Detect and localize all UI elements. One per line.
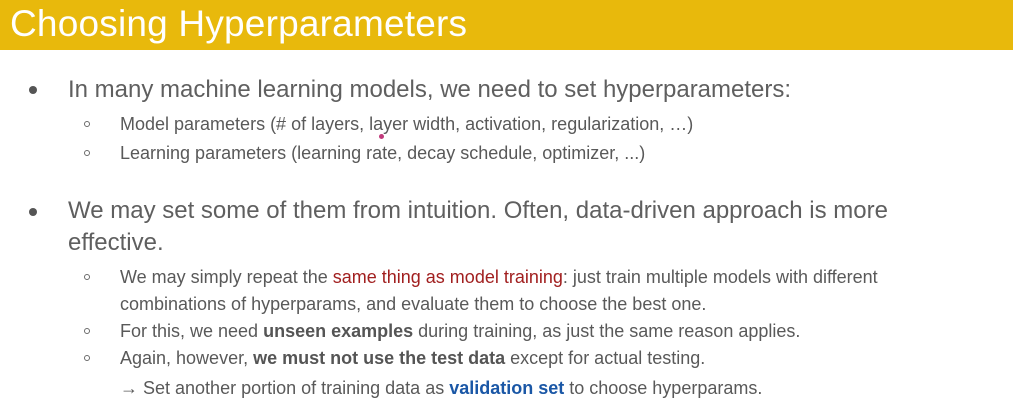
- sub-bullet-text-1-2: Learning parameters (learning rate, deca…: [120, 143, 646, 163]
- sub-bullet-dot-1-1: [84, 121, 90, 127]
- sub-text-plain: except for actual testing.: [505, 348, 706, 368]
- sub-bullet-dot-1-2: [84, 150, 90, 156]
- slide-title: Choosing Hyperparameters: [10, 3, 468, 44]
- sub-text-plain: to choose hyperparams.: [564, 378, 763, 398]
- bullet-dot-2: [29, 208, 37, 216]
- sub-bullet-text-2-1-line1: We may simply repeat the same thing as m…: [120, 264, 878, 290]
- pen-annotation-dot: [379, 134, 384, 139]
- slide: Choosing Hyperparameters In many machine…: [0, 0, 1013, 420]
- sub-bullet-text-2-1-line2: combinations of hyperparams, and evaluat…: [120, 294, 707, 314]
- sub-text-plain: For this, we need: [120, 321, 264, 341]
- sub-bullet-text-2-2: For this, we need unseen examples during…: [120, 318, 800, 344]
- sub-bullet-dot-2-3: [84, 355, 90, 361]
- sub-bullet-text-2-3-line1: Again, however, we must not use the test…: [120, 345, 705, 371]
- sub-text-plain: → Set another portion of training data a…: [120, 378, 450, 398]
- sub-text-plain: : just train multiple models with differ…: [562, 267, 878, 287]
- bullet-text-1: In many machine learning models, we need…: [68, 76, 792, 103]
- sub-bullet-dot-2-1: [84, 274, 90, 280]
- bullet-dot-1: [29, 86, 37, 94]
- emphasis-bold-text: we must not use the test data: [253, 348, 506, 368]
- sub-bullet-text-1-1: Model parameters (# of layers, layer wid…: [120, 114, 694, 134]
- title-bar: Choosing Hyperparameters: [0, 0, 1013, 50]
- sub-bullet-dot-2-2: [84, 328, 90, 334]
- sub-text-plain: during training, as just the same reason…: [413, 321, 801, 341]
- sub-text-plain: Again, however,: [120, 348, 254, 368]
- emphasis-red-text: same thing as model training: [332, 267, 563, 287]
- sub-bullet-text-2-3-line2: → Set another portion of training data a…: [120, 375, 762, 401]
- bullet-text-2-line2: effective.: [68, 229, 164, 256]
- emphasis-blue-text: validation set: [449, 378, 565, 398]
- sub-text-plain: We may simply repeat the: [120, 267, 333, 287]
- emphasis-bold-text: unseen examples: [263, 321, 414, 341]
- bullet-text-2-line1: We may set some of them from intuition. …: [68, 197, 888, 224]
